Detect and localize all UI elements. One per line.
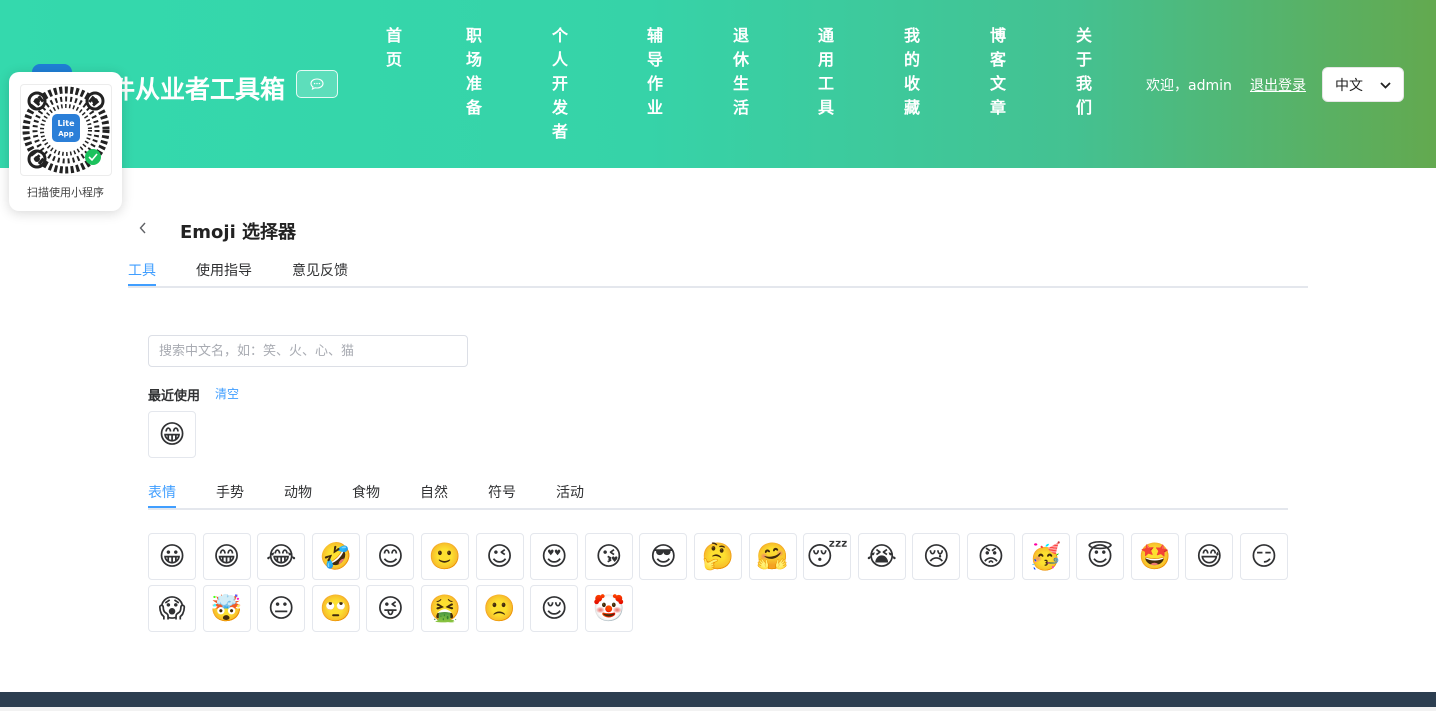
nav-retirement[interactable]: 退休生活 xyxy=(731,24,751,120)
nav-career-prep[interactable]: 职场准备 xyxy=(464,24,484,120)
nav-homework[interactable]: 辅导作业 xyxy=(645,24,665,120)
language-select[interactable]: 中文 xyxy=(1322,67,1404,102)
mini-program-qr-popup: Lite App 扫描使用小程序 xyxy=(9,72,122,211)
emoji-button[interactable]: 😎 xyxy=(639,533,688,580)
emoji-button[interactable]: 😡 xyxy=(966,533,1015,580)
tab-tool[interactable]: 工具 xyxy=(128,260,156,280)
emoji-button[interactable]: 😴 xyxy=(803,533,852,580)
qr-caption: 扫描使用小程序 xyxy=(27,186,104,199)
emoji-button[interactable]: 😇 xyxy=(1076,533,1125,580)
emoji-button[interactable]: 🙁 xyxy=(475,585,524,632)
emoji-button[interactable]: 😅 xyxy=(1185,533,1234,580)
chevron-down-icon xyxy=(1380,82,1391,89)
emoji-button[interactable]: 🙄 xyxy=(311,585,360,632)
qr-badge-line2: App xyxy=(58,130,73,138)
page-title: Emoji 选择器 xyxy=(180,222,297,243)
page-tabs: 工具 使用指导 意见反馈 xyxy=(128,258,1308,288)
emoji-button[interactable]: 😘 xyxy=(584,533,633,580)
clear-recent-button[interactable]: 清空 xyxy=(215,385,239,402)
qr-badge-line1: Lite xyxy=(57,119,75,128)
emoji-button[interactable]: 🤣 xyxy=(311,533,360,580)
tab-feedback[interactable]: 意见反馈 xyxy=(292,260,348,280)
emoji-button[interactable]: 😢 xyxy=(912,533,961,580)
emoji-button[interactable]: 😏 xyxy=(1239,533,1288,580)
search-input[interactable] xyxy=(148,335,468,367)
chat-bubble-icon xyxy=(310,78,324,90)
category-gestures[interactable]: 手势 xyxy=(216,482,244,502)
welcome-text: 欢迎，admin xyxy=(1146,78,1232,94)
emoji-button[interactable]: 😭 xyxy=(857,533,906,580)
logout-link[interactable]: 退出登录 xyxy=(1250,75,1306,95)
emoji-button[interactable]: 🤗 xyxy=(748,533,797,580)
qr-code-icon: Lite App xyxy=(22,86,110,174)
emoji-button[interactable]: 🤯 xyxy=(202,585,251,632)
recent-emoji[interactable]: 😁 xyxy=(148,411,196,458)
emoji-button[interactable]: 🤩 xyxy=(1130,533,1179,580)
emoji-button[interactable]: 🤡 xyxy=(584,585,633,632)
active-tab-indicator xyxy=(128,284,156,286)
nav-blog[interactable]: 博客文章 xyxy=(988,24,1008,120)
chat-button[interactable] xyxy=(296,70,338,98)
category-activities[interactable]: 活动 xyxy=(556,482,584,502)
emoji-button[interactable]: 😉 xyxy=(475,533,524,580)
emoji-button[interactable]: 🙂 xyxy=(420,533,469,580)
recent-label: 最近使用 xyxy=(148,389,201,404)
tab-guide[interactable]: 使用指导 xyxy=(196,260,252,280)
emoji-button[interactable]: 😀 xyxy=(148,533,196,580)
back-button[interactable] xyxy=(138,220,148,239)
nav-favorites[interactable]: 我的收藏 xyxy=(902,24,922,120)
footer-divider xyxy=(0,707,1436,711)
emoji-button[interactable]: 🤔 xyxy=(693,533,742,580)
chevron-left-icon xyxy=(139,222,146,234)
emoji-button[interactable]: 😍 xyxy=(530,533,579,580)
emoji-button[interactable]: 😌 xyxy=(530,585,579,632)
category-food[interactable]: 食物 xyxy=(352,482,380,502)
nav-indie-dev[interactable]: 个人开发者 xyxy=(550,24,570,144)
emoji-button[interactable]: 😜 xyxy=(366,585,415,632)
nav-home[interactable]: 首页 xyxy=(384,24,404,72)
emoji-button[interactable]: 🤮 xyxy=(420,585,469,632)
active-category-indicator xyxy=(148,506,176,508)
emoji-grid: 😀 😁 😂 🤣 😊 🙂 😉 😍 😘 😎 🤔 🤗 😴 😭 😢 😡 🥳 😇 🤩 😅 … xyxy=(148,533,1293,632)
emoji-button[interactable]: 😱 xyxy=(148,585,196,632)
emoji-button[interactable]: 😂 xyxy=(257,533,306,580)
emoji-button[interactable]: 😐 xyxy=(257,585,306,632)
emoji-button[interactable]: 🥳 xyxy=(1021,533,1070,580)
emoji-category-tabs: 表情 手势 动物 食物 自然 符号 活动 xyxy=(148,479,1288,510)
top-header: 件从业者工具箱 首页 职场准备 个人开发者 辅导作业 退休生活 通用工具 我的收… xyxy=(0,0,1436,168)
site-title[interactable]: 件从业者工具箱 xyxy=(110,70,285,106)
emoji-button[interactable]: 😊 xyxy=(366,533,415,580)
emoji-button[interactable]: 😁 xyxy=(202,533,251,580)
language-value: 中文 xyxy=(1335,77,1363,94)
category-symbols[interactable]: 符号 xyxy=(488,482,516,502)
nav-general-tools[interactable]: 通用工具 xyxy=(816,24,836,120)
category-faces[interactable]: 表情 xyxy=(148,482,176,502)
nav-about[interactable]: 关于我们 xyxy=(1074,24,1094,120)
qr-code: Lite App xyxy=(20,84,112,176)
category-nature[interactable]: 自然 xyxy=(420,482,448,502)
category-animals[interactable]: 动物 xyxy=(284,482,312,502)
